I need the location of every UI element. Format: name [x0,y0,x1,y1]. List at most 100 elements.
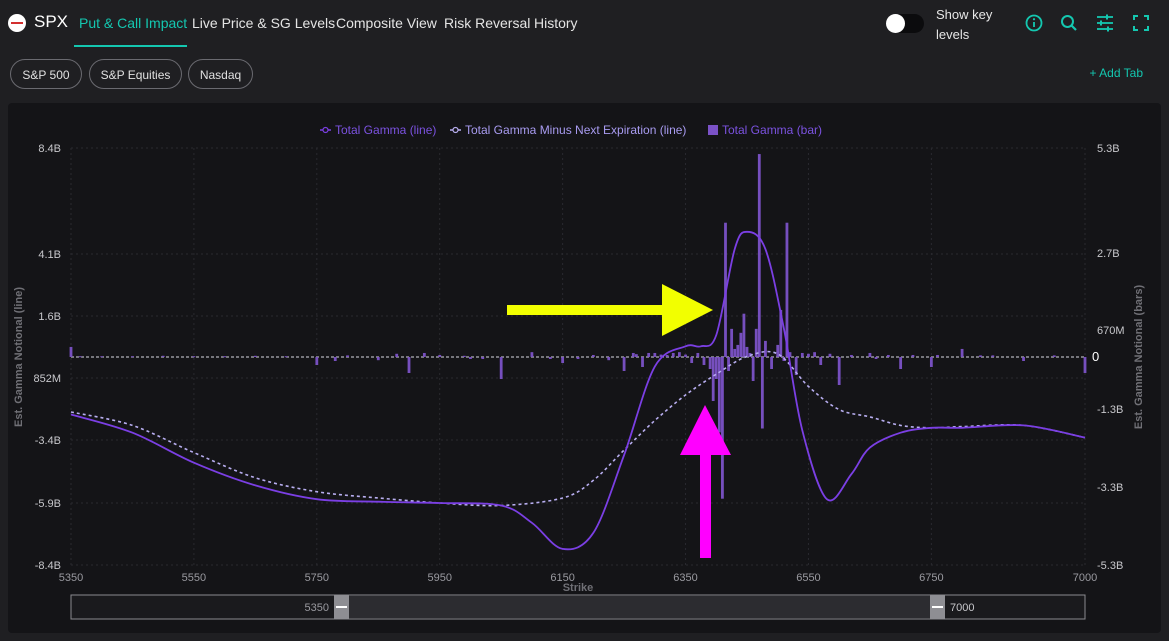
svg-text:Total Gamma Minus Next Expirat[interactable]: Total Gamma Minus Next Expiration (line) [465,123,686,137]
gamma-bar [868,352,872,357]
gamma-bar [813,352,816,357]
gamma-chart[interactable]: Total Gamma (line) Total Gamma Minus Nex… [0,0,1169,641]
gamma-bar [631,352,635,357]
y-right-tick-label: 5.3B [1097,143,1120,155]
range-slider-min-label: 5350 [305,602,329,614]
gamma-bar [100,356,104,358]
y-axis-right-label: Est. Gamma Notional (bars) [1133,285,1145,430]
gamma-bar [742,313,746,357]
y-left-tick-label: -8.4B [35,560,61,572]
gamma-bar [1022,357,1025,361]
gamma-bar [253,355,257,357]
gamma-bar [684,354,687,357]
gamma-bar [736,344,740,357]
gamma-bar [764,340,767,357]
total-gamma-line [70,230,1086,551]
gamma-bar [696,352,700,357]
gamma-bar [828,353,832,357]
gamma-bar [745,346,749,357]
gamma-bar [591,354,595,357]
legend-total-gamma-minus-next-exp-line: Total Gamma Minus Next Expiration (line) [450,123,686,137]
gamma-bar [730,328,734,357]
y-right-tick-label: 0 [1092,349,1099,364]
range-slider[interactable]: 5350 7000 [70,594,1086,620]
gamma-bar [315,357,319,365]
gamma-bar [1083,357,1087,373]
gamma-bar [800,352,804,357]
gamma-bar [131,356,134,358]
gamma-bar [711,357,715,401]
gamma-bar [576,357,580,359]
gamma-bar [929,357,933,367]
yellow-arrow-annotation [507,284,713,336]
gamma-bar [960,348,964,357]
y-right-tick-label: 2.7B [1097,248,1120,260]
gamma-bar [899,357,903,369]
gamma-bar [561,357,565,363]
gamma-bar [671,352,675,357]
gamma-bar [481,357,485,359]
gamma-bar [717,357,721,433]
gamma-bar [469,357,472,359]
gamma-bar [751,357,755,381]
gamma-bar [634,354,638,357]
gamma-bar [739,332,743,357]
gamma-bar [837,357,841,385]
gamma-bar [499,357,503,379]
gamma-bar [690,357,694,363]
gamma-bar [407,357,411,373]
gamma-bar [78,356,82,358]
gamma-bar [760,357,764,429]
x-tick-label: 5750 [305,572,329,584]
gamma-bar [770,357,773,369]
gamma-bar [223,356,227,358]
gamma-bar [647,352,651,357]
x-tick-label: 6550 [796,572,820,584]
gamma-bar [911,354,915,357]
gamma-bar [727,357,730,371]
legend-total-gamma-bar: Total Gamma (bar) [708,123,822,137]
gamma-bar [548,357,552,359]
y-left-tick-label: 4.1B [38,249,61,261]
y-right-tick-label: 670M [1097,325,1125,337]
y-left-tick-label: 8.4B [38,143,61,155]
gamma-bar [607,357,611,361]
gamma-bar [395,353,399,357]
y-right-tick-label: -3.3B [1097,482,1123,494]
gamma-bar [665,354,669,357]
gamma-bar [721,357,724,499]
total-gamma-bars [69,154,1087,499]
gamma-bar [422,352,426,357]
gamma-bar [69,346,73,357]
gamma-bar [161,355,165,357]
gamma-bar [702,357,706,365]
legend-total-gamma-line: Total Gamma (line) [320,123,436,137]
y-left-tick-label: 1.6B [38,311,61,323]
gamma-bar [192,356,196,358]
gamma-bar [874,357,878,359]
gamma-bar [757,154,761,357]
gamma-bar [807,353,810,357]
y-right-tick-label: -5.3B [1097,560,1123,572]
gamma-bar [991,355,995,357]
svg-text:Total Gamma (line)[interactable]: Total Gamma (line) [335,123,436,137]
gamma-bar [333,357,337,361]
svg-text:Total Gamma (bar)[interactable]: Total Gamma (bar) [722,123,822,137]
y-axis-left-ticks: 8.4B 4.1B 1.6B 852M -3.4B -5.9B -8.4B [33,143,61,572]
gamma-bar [376,357,380,361]
gamma-bar [462,355,466,357]
x-tick-label: 5350 [59,572,83,584]
gamma-bar [936,354,939,357]
gamma-bar [653,352,657,357]
x-tick-label: 6350 [673,572,697,584]
gamma-bar [708,357,712,369]
y-axis-right-ticks: 5.3B 2.7B 670M 0 -1.3B -3.3B -5.3B [1092,143,1125,572]
x-tick-label: 5950 [427,572,451,584]
gamma-bar [284,356,288,358]
gamma-bar [819,357,823,365]
gamma-bar [438,354,442,357]
gamma-bar [678,352,681,357]
y-left-tick-label: -3.4B [35,435,61,447]
gamma-bar [979,355,982,357]
y-right-tick-label: -1.3B [1097,404,1123,416]
